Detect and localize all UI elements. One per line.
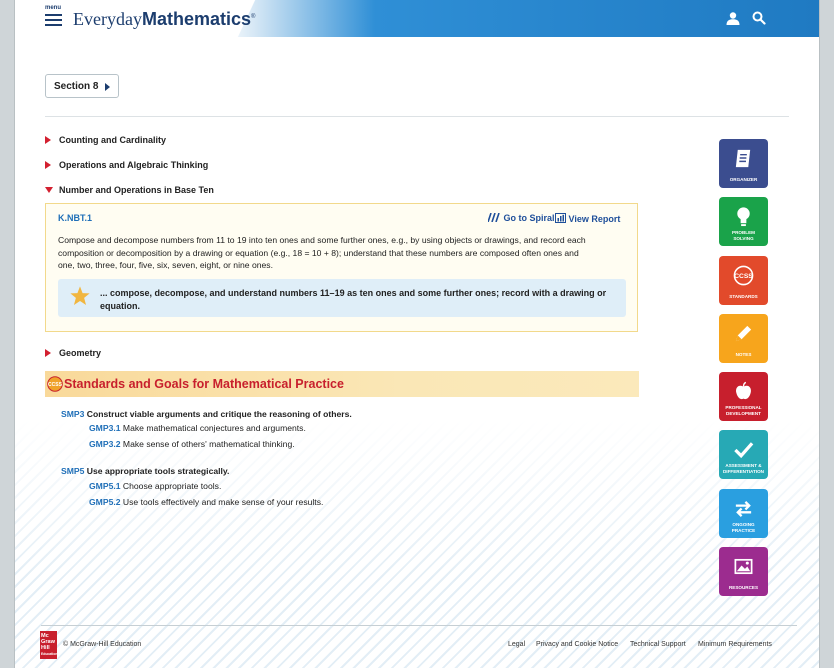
smp-code[interactable]: SMP5 xyxy=(61,466,84,476)
pencil-icon xyxy=(735,325,752,342)
tool-label: PROFESSIONAL xyxy=(725,405,762,410)
footer-link-legal[interactable]: Legal xyxy=(508,641,525,648)
top-bar: menu EverydayMathematics® xyxy=(15,0,819,37)
star-icon xyxy=(70,286,90,305)
app-window: menu EverydayMathematics® Section 8 Coun… xyxy=(14,0,820,668)
tool-label: ONGOING xyxy=(732,522,755,527)
gmp-code[interactable]: GMP3.2 xyxy=(89,439,121,449)
menu-button[interactable]: menu xyxy=(45,5,63,31)
domain-label: Geometry xyxy=(59,348,102,358)
smp-item: SMP5 Use appropriate tools strategically… xyxy=(61,466,229,476)
standard-description: Compose and decompose numbers from 11 to… xyxy=(58,234,628,272)
expand-arrow-icon xyxy=(45,349,51,357)
resources-button[interactable]: RESOURCES xyxy=(719,547,768,596)
expand-arrow-icon xyxy=(45,161,51,169)
go-to-spiral-label: Go to Spiral xyxy=(503,213,555,223)
practice-header-bar: CCSS Standards and Goals for Mathematica… xyxy=(45,371,639,397)
smp-text: Construct viable arguments and critique … xyxy=(86,409,352,419)
copyright-text: © McGraw-Hill Education xyxy=(63,641,142,648)
practice-title: Standards and Goals for Mathematical Pra… xyxy=(64,377,344,391)
logo-text: Education xyxy=(41,652,58,656)
brand-logo[interactable]: EverydayMathematics® xyxy=(73,9,255,30)
brand-part-2: Mathematics xyxy=(141,9,252,29)
gmp-text: Make sense of others' mathematical think… xyxy=(122,439,295,449)
smp-item: SMP3 Construct viable arguments and crit… xyxy=(61,409,352,419)
gmp-code[interactable]: GMP3.1 xyxy=(89,423,121,433)
gmp-item: GMP3.1 Make mathematical conjectures and… xyxy=(89,423,306,433)
notes-button[interactable]: NOTES xyxy=(719,314,768,363)
gmp-code[interactable]: GMP5.1 xyxy=(89,481,121,491)
tool-label: ORGANIZER xyxy=(729,177,758,182)
ongoing-practice-button[interactable]: ONGOING PRACTICE xyxy=(719,489,768,538)
background-pattern xyxy=(15,420,819,668)
goal-text-line: equation. xyxy=(100,300,140,311)
footer-divider xyxy=(41,625,797,626)
smp-code[interactable]: SMP3 xyxy=(61,409,84,419)
lightbulb-icon xyxy=(737,207,750,227)
ccss-icon: CCSS xyxy=(733,265,754,286)
tool-label: RESOURCES xyxy=(728,585,759,590)
gmp-text: Choose appropriate tools. xyxy=(122,481,222,491)
checkmark-icon xyxy=(734,442,754,459)
goal-text: ... compose, decompose, and understand n… xyxy=(100,287,620,312)
standard-description-line: composition or decomposition by a drawin… xyxy=(58,247,579,258)
menu-label: menu xyxy=(45,5,62,11)
goal-text-line: ... compose, decompose, and understand n… xyxy=(100,288,607,298)
gmp-text: Make mathematical conjectures and argume… xyxy=(122,423,306,433)
domain-label: Operations and Algebraic Thinking xyxy=(59,160,209,170)
section-label: Section 8 xyxy=(54,81,99,92)
expand-arrow-icon xyxy=(45,136,51,144)
gmp-item: GMP5.2 Use tools effectively and make se… xyxy=(89,497,323,507)
brand-part-1: Everyday xyxy=(73,9,142,29)
svg-text:CCSS: CCSS xyxy=(48,382,63,388)
smp-text: Use appropriate tools strategically. xyxy=(86,466,230,476)
gmp-item: GMP3.2 Make sense of others' mathematica… xyxy=(89,439,295,449)
apple-icon xyxy=(736,381,751,400)
goal-callout: ... compose, decompose, and understand n… xyxy=(58,279,626,317)
tool-label: NOTES xyxy=(735,352,752,357)
standard-description-line: Compose and decompose numbers from 11 to… xyxy=(58,235,586,245)
professional-development-button[interactable]: PROFESSIONAL DEVELOPMENT xyxy=(719,372,768,421)
tool-label: STANDARDS xyxy=(729,294,758,299)
domain-label: Counting and Cardinality xyxy=(59,135,166,145)
svg-text:CCSS: CCSS xyxy=(734,273,753,280)
view-report-link[interactable]: View Report xyxy=(555,213,620,224)
mcgraw-hill-logo[interactable]: Mc Graw Hill Education xyxy=(40,631,57,659)
divider xyxy=(45,116,789,117)
assessment-differentiation-button[interactable]: ASSESSMENT & DIFFERENTIATION xyxy=(719,430,768,479)
image-icon xyxy=(734,558,753,575)
tool-label: ASSESSMENT & xyxy=(725,463,762,468)
standard-code[interactable]: K.NBT.1 xyxy=(58,213,92,223)
tool-label: PROBLEM xyxy=(732,230,755,235)
tool-label: DIFFERENTIATION xyxy=(722,469,764,474)
brand-mark: ® xyxy=(251,14,256,20)
view-report-label: View Report xyxy=(568,214,621,224)
gmp-code[interactable]: GMP5.2 xyxy=(89,497,121,507)
section-selector[interactable]: Section 8 xyxy=(45,74,119,98)
gmp-text: Use tools effectively and make sense of … xyxy=(122,497,324,507)
tool-label: PRACTICE xyxy=(731,528,756,533)
standard-detail-card: K.NBT.1 Go to Spiral View Report Compose… xyxy=(45,203,638,332)
standards-button[interactable]: CCSS STANDARDS xyxy=(719,256,768,305)
organizer-button[interactable]: ORGANIZER xyxy=(719,139,768,188)
go-to-spiral-link[interactable]: Go to Spiral xyxy=(487,212,555,223)
footer-link-privacy[interactable]: Privacy and Cookie Notice xyxy=(536,641,618,648)
tool-label: DEVELOPMENT xyxy=(726,411,761,416)
domain-label: Number and Operations in Base Ten xyxy=(59,185,214,195)
collapse-arrow-icon xyxy=(45,187,53,193)
footer-link-technical-support[interactable]: Technical Support xyxy=(630,641,686,648)
cycle-arrows-icon xyxy=(735,501,752,517)
problem-solving-button[interactable]: PROBLEM SOLVING xyxy=(719,197,768,246)
footer-link-minimum-requirements[interactable]: Minimum Requirements xyxy=(698,641,772,648)
spiral-slashes-icon xyxy=(487,212,500,223)
bar-chart-icon xyxy=(555,213,566,223)
user-icon[interactable] xyxy=(726,12,740,25)
search-icon[interactable] xyxy=(752,11,766,25)
standard-description-line: one, two, three, four, five, six, seven,… xyxy=(58,260,273,270)
chevron-right-icon xyxy=(105,83,110,91)
ccss-badge-icon: CCSS xyxy=(47,376,63,392)
tool-label: SOLVING xyxy=(733,236,754,241)
gmp-item: GMP5.1 Choose appropriate tools. xyxy=(89,481,221,491)
notebook-icon xyxy=(735,149,751,168)
